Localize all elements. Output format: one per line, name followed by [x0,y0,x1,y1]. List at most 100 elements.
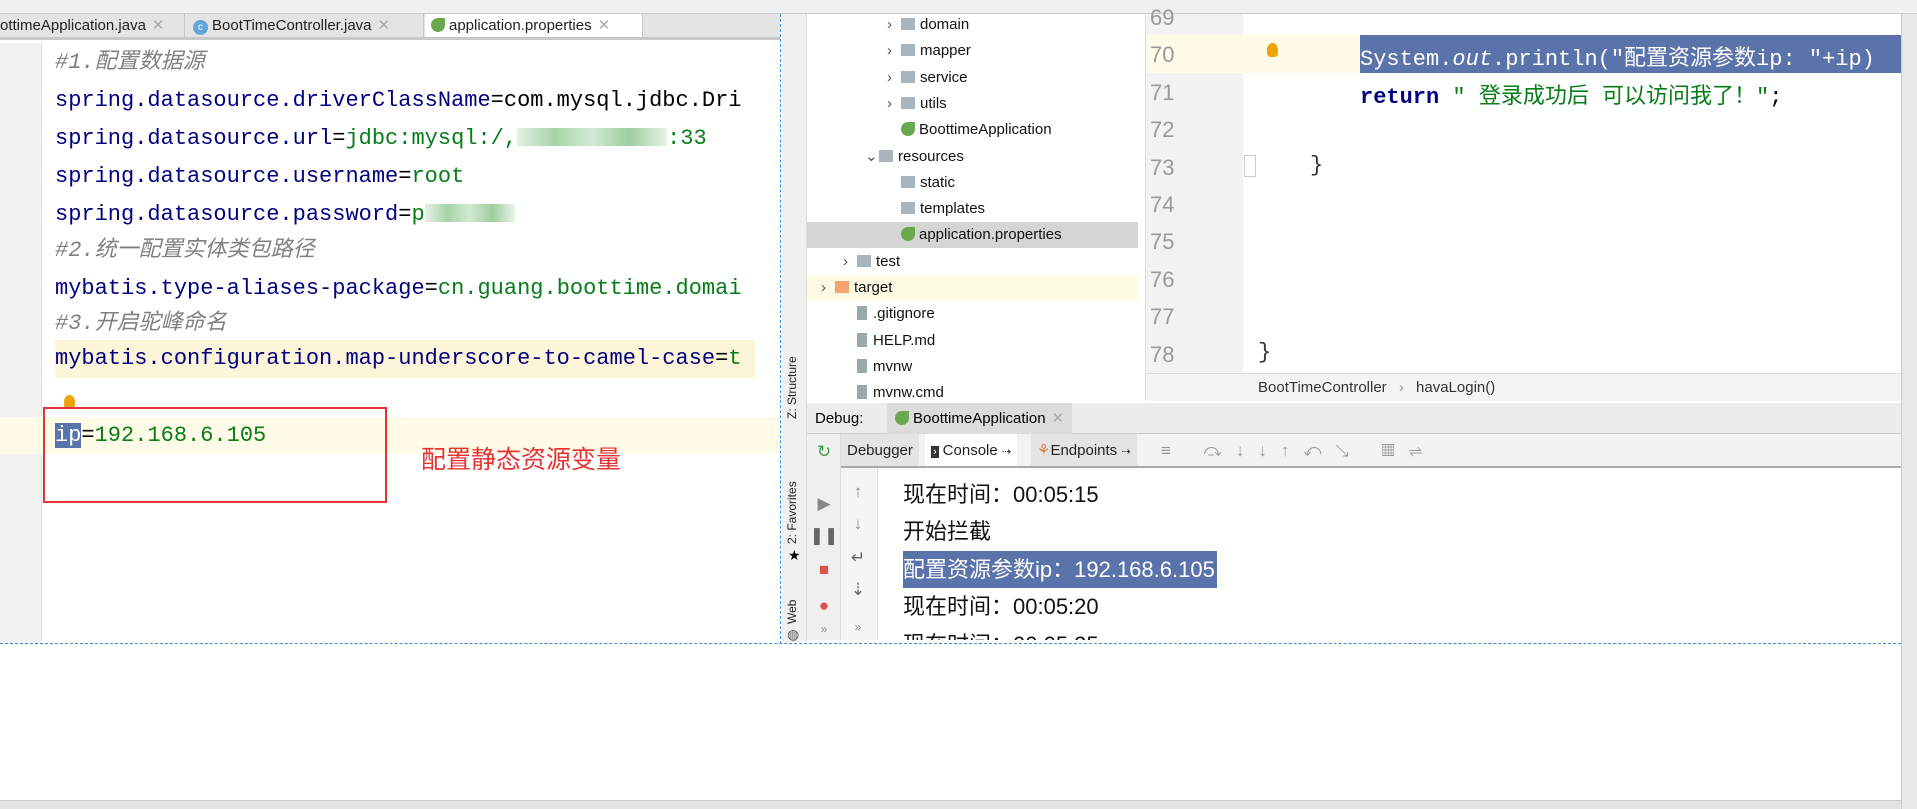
tab-console[interactable]: › Console ⇢ [925,434,1018,466]
lightbulb-icon[interactable] [1267,43,1278,57]
tree-item[interactable]: › service [807,65,1138,91]
code-line-71[interactable]: return " 登录成功后 可以访问我了！"; [1360,78,1782,110]
tab-boottime-application[interactable]: ottimeApplication.java ✕ [0,14,185,37]
tree-item[interactable]: mvnw [807,354,1138,380]
comment-line: #2.统一配置实体类包路径 [55,238,315,263]
close-icon[interactable]: ✕ [152,17,165,34]
tree-item[interactable]: › target [807,275,1138,301]
tree-item[interactable]: ⌄ resources [807,144,1138,170]
code-line-73: } [1310,153,1324,178]
line-number: 77 [1150,304,1175,330]
close-icon: ✕ [1051,410,1065,427]
tab-endpoints[interactable]: ⚘Endpoints ⇢ [1031,434,1137,466]
breakpoints-icon[interactable]: ● [807,596,841,616]
stop-icon[interactable]: ■ [807,560,841,580]
soft-wrap-icon[interactable]: ↵ [841,548,875,568]
property-line[interactable]: mybatis.configuration.map-underscore-to-… [55,340,742,378]
breadcrumb-class[interactable]: BootTimeController [1258,379,1387,396]
up-icon[interactable]: ↑ [841,482,875,502]
debug-label: Debug: [815,410,864,427]
property-line[interactable]: spring.datasource.driverClassName=com.my… [55,82,742,120]
chevron-icon[interactable]: › [887,65,901,91]
markdown-file-icon [857,332,867,347]
file-icon [857,385,867,400]
chevron-icon[interactable]: › [887,14,901,38]
tree-item[interactable]: mvnw.cmd [807,380,1138,400]
debug-session-tab[interactable]: BoottimeApplication ✕ [887,403,1073,434]
structure-tool-button[interactable]: Z: Structure [785,356,799,419]
code-line-78: } [1258,340,1272,365]
property-line[interactable]: spring.datasource.password=p [55,196,515,234]
tree-item[interactable]: HELP.md [807,328,1138,354]
tree-item-label: application.properties [919,226,1062,244]
web-tool-button[interactable]: Web [785,600,799,624]
tree-item[interactable]: templates [807,196,1138,222]
line-number: 78 [1150,341,1175,367]
pause-icon[interactable]: ❚❚ [807,526,841,546]
line-number: 71 [1150,79,1175,105]
tab-label: application.properties [449,17,592,34]
property-line[interactable]: spring.datasource.url=jdbc:mysql:/,:33 [55,120,707,158]
folder-icon [901,18,915,30]
tab-application-properties[interactable]: application.properties ✕ [425,14,643,37]
chevron-icon[interactable]: › [843,249,857,275]
console-side-toolbar: ↑ ↓ ↵ ⇣ » [841,468,878,640]
breadcrumb-method[interactable]: havaLogin() [1416,379,1495,396]
spring-leaf-icon [431,18,445,32]
star-icon: ★ [788,547,801,563]
line-number: 76 [1150,266,1175,292]
tree-item[interactable]: static [807,170,1138,196]
tree-item-label: mvnw [873,357,913,375]
tree-item[interactable]: application.properties [807,222,1138,249]
tree-item[interactable]: › mapper [807,38,1138,64]
more-icon[interactable]: » [841,620,875,634]
tree-item-label: .gitignore [873,305,935,323]
tree-item[interactable]: .gitignore [807,301,1138,327]
code-line-70[interactable]: System.out.println("配置资源参数ip: "+ip) [1360,40,1875,72]
tree-item[interactable]: › test [807,249,1138,275]
chevron-icon[interactable]: › [821,275,835,301]
down-icon[interactable]: ↓ [841,514,875,534]
tree-item-label: resources [898,147,964,165]
vertical-scrollbar[interactable] [1901,14,1917,809]
breadcrumb: BootTimeController › havaLogin() [1146,373,1901,401]
console-line-selected: 配置资源参数ip：192.168.6.105 [903,551,1217,588]
property-line[interactable]: mybatis.type-aliases-package=cn.guang.bo… [55,270,742,308]
spring-leaf-icon [895,411,909,425]
tab-boottime-controller[interactable]: c BootTimeController.java ✕ [187,14,424,37]
favorites-tool-button[interactable]: 2: Favorites [785,481,799,544]
tree-item[interactable]: › utils [807,91,1138,117]
chevron-icon[interactable]: ⌄ [865,144,879,170]
folder-icon [901,175,915,188]
horizontal-scrollbar[interactable] [0,800,1901,809]
editor-tab-bar: ottimeApplication.java ✕ c BootTimeControl… [0,14,780,40]
chevron-icon[interactable]: › [887,38,901,64]
tree-item-label: utils [920,94,947,112]
console-output[interactable]: 现在时间：00:05:15 开始拦截 配置资源参数ip：192.168.6.10… [878,470,1901,640]
console-line: 开始拦截 [903,519,992,544]
more-icon[interactable]: » [807,622,841,636]
tree-item-label: static [920,173,956,191]
close-icon[interactable]: ✕ [378,17,391,34]
tree-item[interactable]: BoottimeApplication [807,117,1138,143]
console-line: 现在时间：00:05:25 [903,626,1099,640]
chevron-icon[interactable]: › [887,91,901,117]
tree-item[interactable]: › domain [807,14,1138,38]
rerun-icon[interactable]: ↻ [807,442,841,462]
tree-item-label: templates [920,200,986,218]
folder-icon [901,70,915,83]
resume-icon[interactable]: ▶ [807,494,841,514]
close-icon[interactable]: ✕ [598,17,611,34]
tab-debugger[interactable]: Debugger [841,434,919,466]
folder-icon [901,96,915,109]
line-number: 70 [1150,42,1175,68]
java-class-icon: c [193,20,208,35]
property-line[interactable]: spring.datasource.username=root [55,158,464,196]
line-number: 75 [1150,229,1175,255]
step-toolbar-icons[interactable]: ≡ ⤼↓↓↑⤺↘ ▦⇌ [1161,434,1436,468]
annotation-text: 配置静态资源变量 [421,445,622,474]
spring-leaf-icon [901,227,915,242]
folder-icon [857,254,871,267]
scroll-to-end-icon[interactable]: ⇣ [841,580,875,600]
fold-marker-icon[interactable] [1244,155,1256,177]
